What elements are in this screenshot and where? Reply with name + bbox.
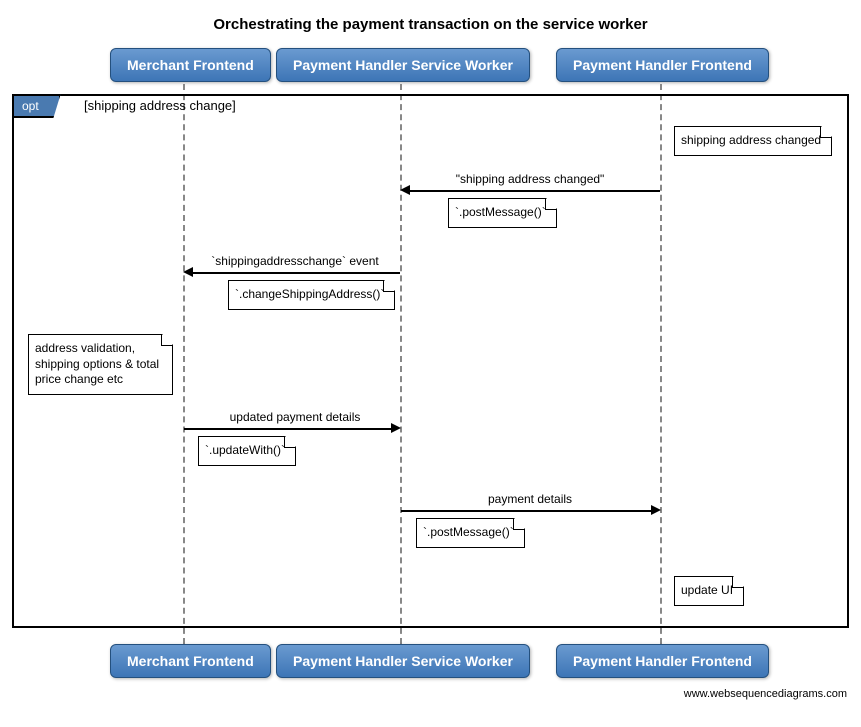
note-update-ui: update UI	[674, 576, 744, 606]
note-shipping-address-changed: shipping address changed	[674, 126, 832, 156]
msg-label-payment-details: payment details	[486, 492, 574, 506]
sequence-diagram: Orchestrating the payment transaction on…	[10, 16, 851, 706]
diagram-title: Orchestrating the payment transaction on…	[10, 16, 851, 33]
opt-label: opt	[12, 94, 61, 118]
note-postmessage-2: `.postMessage()`	[416, 518, 525, 548]
footer-link[interactable]: www.websequencediagrams.com	[684, 688, 847, 700]
msg-label-shipping-changed: "shipping address changed"	[454, 172, 607, 186]
opt-guard: [shipping address change]	[84, 98, 236, 113]
arrow-head-payment-details	[651, 505, 661, 515]
note-address-validation: address validation, shipping options & t…	[28, 334, 173, 395]
participant-payment-handler-fe-bottom: Payment Handler Frontend	[556, 644, 769, 678]
participant-merchant-frontend-bottom: Merchant Frontend	[110, 644, 271, 678]
arrow-payment-details	[401, 510, 651, 512]
participant-payment-handler-sw-bottom: Payment Handler Service Worker	[276, 644, 530, 678]
participant-merchant-frontend-top: Merchant Frontend	[110, 48, 271, 82]
note-changeshippingaddress: `.changeShippingAddress()`	[228, 280, 395, 310]
participant-payment-handler-sw-top: Payment Handler Service Worker	[276, 48, 530, 82]
msg-label-updated-payment-details: updated payment details	[228, 410, 363, 424]
note-updatewith: `.updateWith()`	[198, 436, 296, 466]
arrow-head-updated-payment-details	[391, 423, 401, 433]
arrow-updated-payment-details	[184, 428, 391, 430]
arrow-head-shipping-changed	[400, 185, 410, 195]
arrow-head-shippingaddresschange-event	[183, 267, 193, 277]
note-postmessage-1: `.postMessage()`	[448, 198, 557, 228]
arrow-shipping-changed	[410, 190, 660, 192]
participant-payment-handler-fe-top: Payment Handler Frontend	[556, 48, 769, 82]
arrow-shippingaddresschange-event	[193, 272, 400, 274]
msg-label-shippingaddresschange-event: `shippingaddresschange` event	[209, 254, 380, 268]
